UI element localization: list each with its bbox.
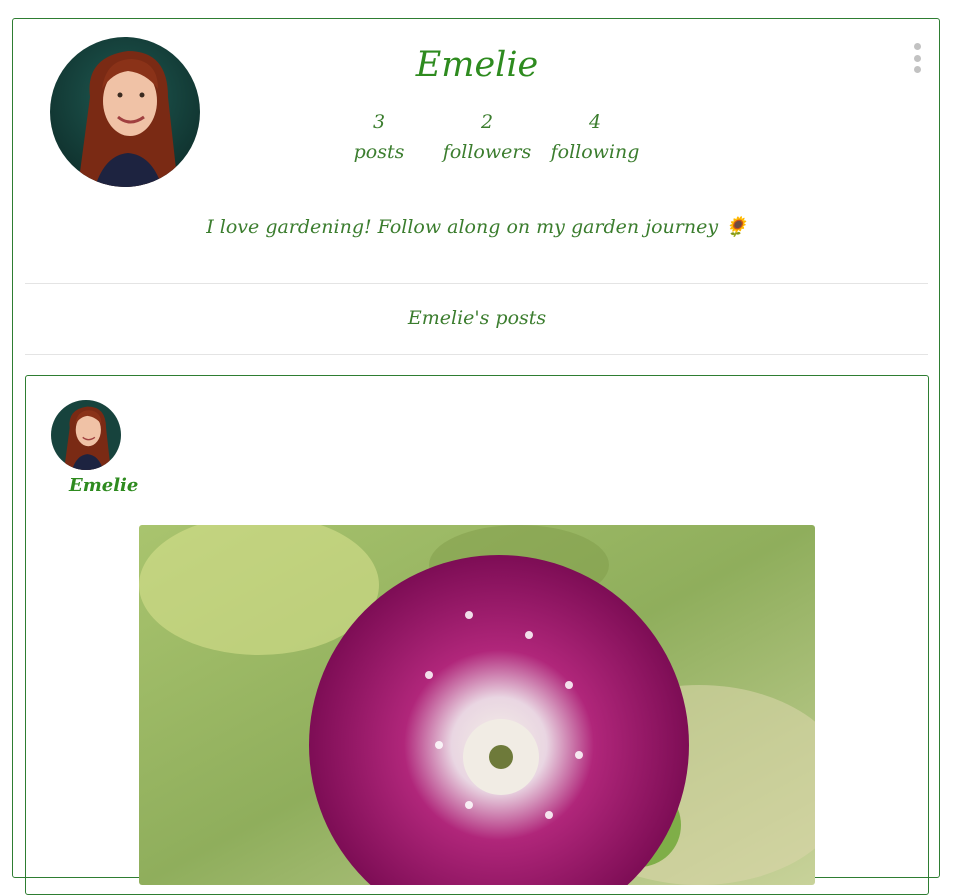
stat-label: following	[550, 141, 640, 163]
profile-stats: 3 posts 2 followers 4 following	[325, 107, 649, 167]
profile-bio: I love gardening! Follow along on my gar…	[206, 216, 748, 238]
stat-count: 3	[372, 111, 386, 133]
stat-label: followers	[442, 141, 532, 163]
stat-label: posts	[353, 141, 405, 163]
stat-count: 2	[480, 111, 494, 133]
stat-posts[interactable]: 3 posts	[325, 107, 433, 167]
divider	[25, 283, 928, 284]
stat-count: 4	[588, 111, 602, 133]
posts-heading: Emelie's posts	[407, 307, 547, 329]
profile-name: Emelie	[415, 45, 539, 85]
post-card: Emelie	[25, 375, 929, 895]
post-author-avatar[interactable]	[51, 400, 121, 470]
stat-following[interactable]: 4 following	[541, 107, 649, 167]
divider	[25, 354, 928, 355]
stat-followers[interactable]: 2 followers	[433, 107, 541, 167]
profile-card: Emelie 3 posts 2 followers 4 following I…	[12, 18, 940, 895]
post-image[interactable]	[139, 525, 815, 885]
post-author-name[interactable]: Emelie	[69, 475, 138, 496]
